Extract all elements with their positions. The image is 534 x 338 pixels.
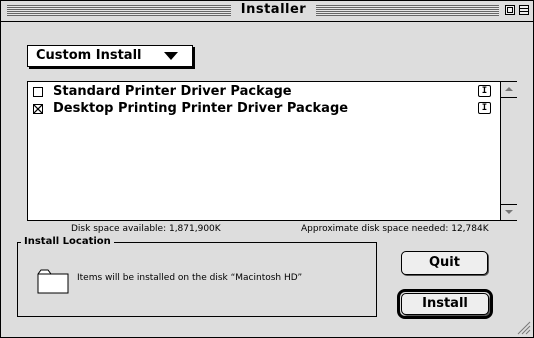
scroll-down-arrow-icon — [505, 210, 513, 214]
disk-space-available: Disk space available: 1,871,900K — [71, 224, 221, 234]
list-item[interactable]: Desktop Printing Printer Driver Package … — [28, 101, 498, 117]
package-checkbox[interactable] — [33, 104, 43, 114]
package-name: Desktop Printing Printer Driver Package — [53, 101, 349, 116]
window-title: Installer — [240, 2, 307, 17]
scroll-track[interactable] — [501, 98, 517, 204]
install-location-text: Items will be installed on the disk “Mac… — [77, 273, 303, 283]
zoom-box-icon[interactable] — [505, 5, 515, 15]
quit-button[interactable]: Quit — [401, 251, 488, 275]
scroll-up-arrow-icon — [505, 87, 513, 91]
title-bar[interactable]: Installer — [1, 1, 533, 22]
list-item[interactable]: Standard Printer Driver Package I — [28, 84, 498, 100]
install-location-heading: Install Location — [21, 236, 114, 247]
title-bar-stripes-left — [7, 5, 231, 16]
popup-arrow-icon — [164, 52, 178, 60]
package-name: Standard Printer Driver Package — [53, 84, 292, 99]
package-list: Standard Printer Driver Package I Deskto… — [27, 81, 517, 221]
install-button[interactable]: Install — [401, 293, 489, 315]
folder-icon — [37, 269, 69, 294]
scroll-up-button[interactable] — [501, 82, 517, 98]
package-checkbox[interactable] — [33, 87, 43, 97]
checkbox-x-icon — [34, 105, 42, 113]
install-type-popup[interactable]: Custom Install — [27, 45, 193, 67]
info-icon[interactable]: I — [478, 85, 491, 97]
installer-window: Installer Custom Install Standard Printe… — [0, 0, 534, 338]
scroll-down-button[interactable] — [501, 204, 517, 220]
scrollbar[interactable] — [500, 82, 517, 220]
disk-space-needed: Approximate disk space needed: 12,784K — [301, 224, 489, 234]
info-icon[interactable]: I — [478, 102, 491, 114]
grow-box-icon[interactable] — [515, 319, 531, 335]
install-type-label: Custom Install — [36, 48, 142, 63]
title-bar-stripes-right — [316, 5, 499, 16]
collapse-box-icon[interactable] — [519, 5, 529, 15]
